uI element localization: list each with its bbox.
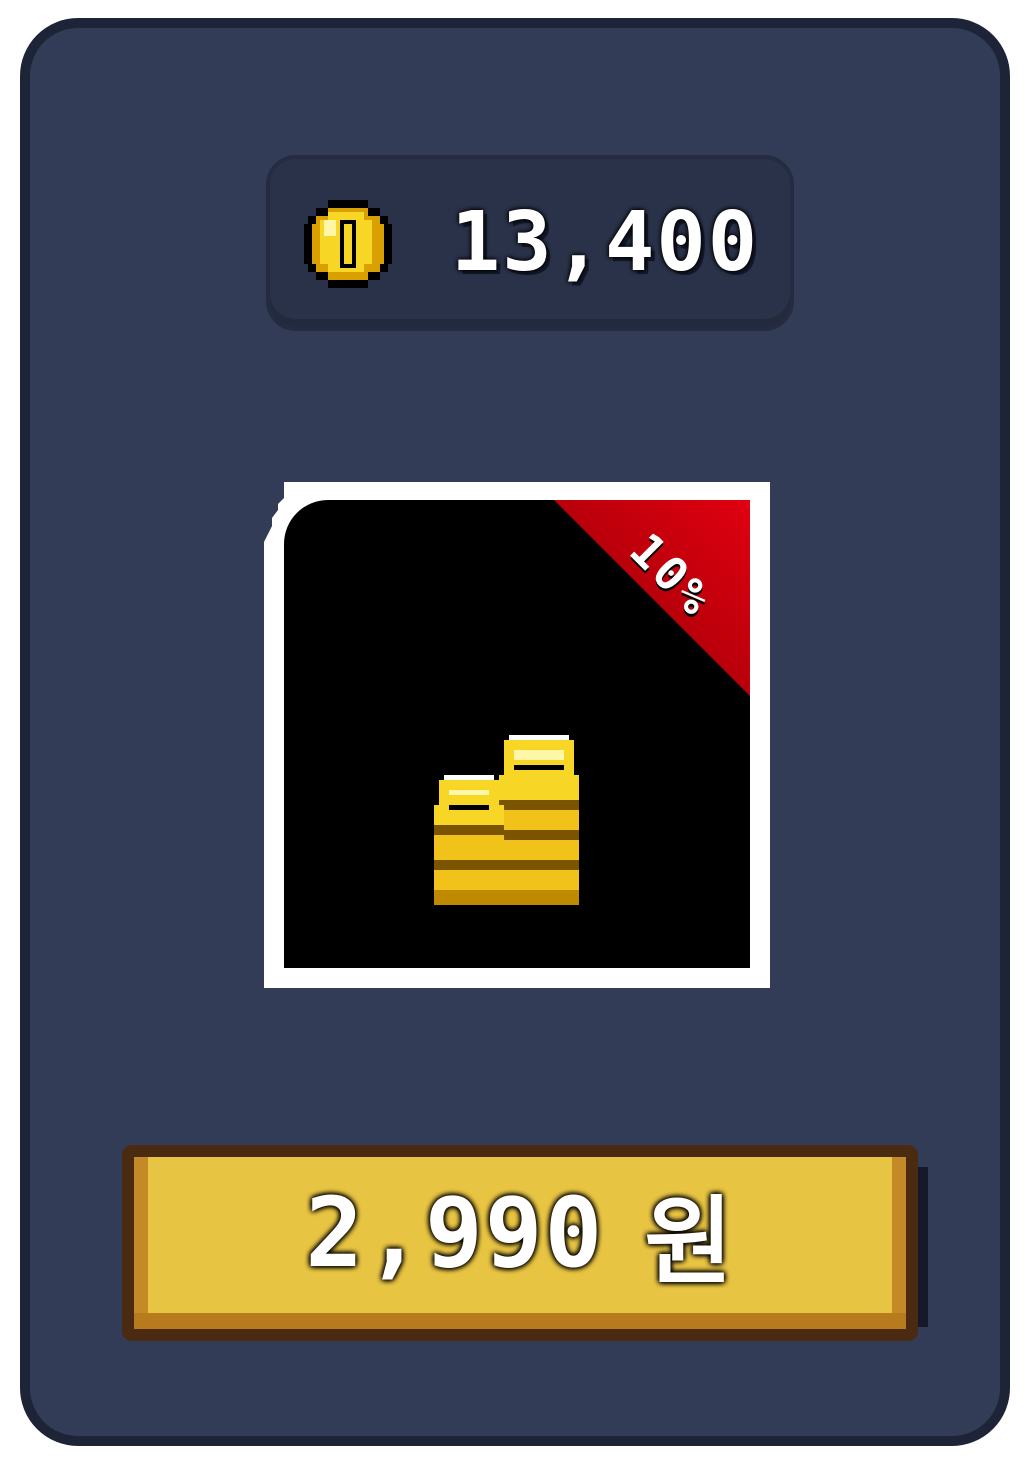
gold-coin-stack-icon bbox=[434, 735, 579, 905]
coin-balance-amount: 13,400 bbox=[450, 195, 760, 290]
product-image: 10% bbox=[284, 500, 750, 968]
currency-unit: 원 bbox=[644, 1185, 735, 1298]
product-image-frame[interactable]: 10% bbox=[264, 482, 770, 988]
coin-icon bbox=[304, 200, 392, 288]
buy-button[interactable]: 2,990 원 bbox=[122, 1145, 928, 1341]
price-amount: 2,990 bbox=[305, 1177, 605, 1289]
price-label: 2,990 원 bbox=[134, 1147, 906, 1319]
